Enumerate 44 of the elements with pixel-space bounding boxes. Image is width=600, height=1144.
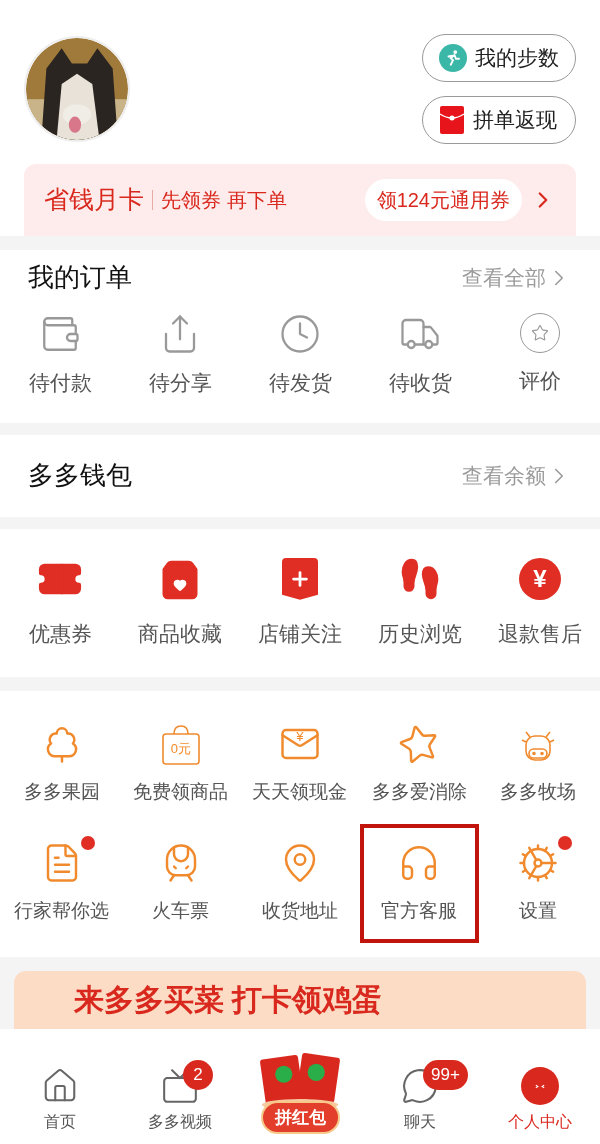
steps-button[interactable]: 我的步数 bbox=[422, 34, 576, 82]
shortcut-button[interactable]: 历史浏览 bbox=[360, 555, 480, 650]
service-button[interactable]: 0元 免费领商品 bbox=[121, 704, 241, 824]
section-title: 多多钱包 bbox=[28, 459, 132, 492]
coupon-button[interactable]: 领124元通用券 bbox=[364, 179, 522, 221]
order-status-button[interactable]: 评价 bbox=[480, 313, 600, 399]
promo-card[interactable]: 省钱月卡 先领券 再下单 领124元通用券 bbox=[24, 164, 576, 236]
order-status-button[interactable]: 待收货 bbox=[360, 313, 480, 399]
plus-bookmark-icon bbox=[282, 557, 318, 600]
tab[interactable]: 个人中心 bbox=[480, 1058, 600, 1134]
service-button[interactable]: 行家帮你选 bbox=[2, 823, 122, 943]
section-title: 我的订单 bbox=[28, 261, 132, 294]
settings-icon bbox=[517, 841, 560, 884]
runner-icon bbox=[439, 44, 467, 72]
promo-title: 省钱月卡 bbox=[44, 184, 144, 216]
profile-face-icon bbox=[521, 1067, 559, 1105]
envelope-icon bbox=[439, 106, 465, 134]
packet-tab[interactable]: 拼红包 bbox=[240, 1050, 360, 1134]
service-button[interactable]: 多多果园 bbox=[2, 704, 122, 824]
yen-coin-icon: ¥ bbox=[519, 557, 561, 600]
shortcut-button[interactable]: 店铺关注 bbox=[240, 555, 360, 650]
promo-subtitle: 先领券 再下单 bbox=[161, 188, 287, 213]
clock-icon bbox=[279, 313, 321, 355]
order-status-button[interactable]: 待分享 bbox=[120, 313, 240, 399]
service-button[interactable]: 官方客服 bbox=[359, 823, 479, 943]
service-button[interactable]: 收货地址 bbox=[240, 823, 360, 943]
service-button[interactable]: ¥ 天天领现金 bbox=[240, 704, 360, 824]
tab[interactable]: 首页 bbox=[0, 1058, 120, 1134]
service-button[interactable]: 设置 bbox=[478, 823, 598, 943]
badge: 99+ bbox=[423, 1060, 468, 1090]
banner-text: 来多多买菜 打卡领鸡蛋 bbox=[74, 984, 383, 1015]
shortcut-button[interactable]: ¥ 退款售后 bbox=[480, 555, 600, 650]
order-status-button[interactable]: 待发货 bbox=[240, 313, 360, 399]
tab[interactable]: 99+ 聊天 bbox=[360, 1058, 480, 1134]
shortcut-button[interactable]: 商品收藏 bbox=[120, 555, 240, 650]
service-button[interactable]: 火车票 bbox=[121, 823, 241, 943]
cashback-button[interactable]: 拼单返现 bbox=[422, 96, 576, 144]
tab[interactable]: 2 多多视频 bbox=[120, 1058, 240, 1134]
order-status-button[interactable]: 待付款 bbox=[0, 313, 120, 399]
banner[interactable]: 来多多买菜 打卡领鸡蛋 bbox=[14, 970, 586, 1029]
service-button[interactable]: 多多爱消除 bbox=[359, 704, 479, 824]
shortcut-button[interactable]: 优惠券 bbox=[0, 555, 120, 650]
badge: 2 bbox=[183, 1060, 213, 1090]
service-button[interactable]: 多多牧场 bbox=[478, 704, 598, 824]
